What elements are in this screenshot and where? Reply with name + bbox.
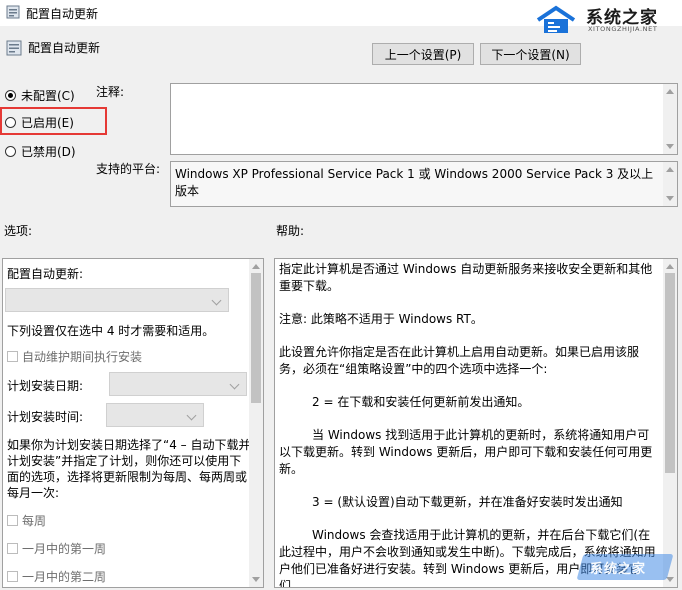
- help-section-label: 帮助:: [276, 224, 305, 238]
- platform-text: Windows XP Professional Service Pack 1 或…: [175, 167, 654, 198]
- options-panel: 配置自动更新: 下列设置仅在选中 4 时才需要和适用。 自动维护期间执行安装 计…: [2, 258, 264, 588]
- radio-not-configured[interactable]: 未配置(C): [5, 86, 75, 104]
- second-week-label: 一月中的第二周: [22, 570, 107, 584]
- radio-unchecked-icon[interactable]: [5, 145, 16, 157]
- configure-update-dropdown[interactable]: [5, 288, 229, 312]
- scroll-up-icon[interactable]: [666, 264, 674, 269]
- comment-textarea[interactable]: [170, 83, 678, 155]
- schedule-time-label: 计划安装时间:: [7, 410, 84, 424]
- policy-title: 配置自动更新: [28, 41, 101, 55]
- next-setting-button[interactable]: 下一个设置(N): [480, 43, 581, 65]
- schedule-day-label: 计划安装日期:: [7, 379, 84, 393]
- scroll-down-icon[interactable]: [252, 577, 260, 582]
- schedule-time-dropdown[interactable]: [106, 403, 204, 427]
- scroll-thumb[interactable]: [251, 273, 261, 403]
- platform-label: 支持的平台:: [96, 162, 161, 176]
- help-scrollbar[interactable]: [663, 259, 677, 587]
- radio-checked-icon[interactable]: [5, 89, 16, 101]
- chevron-down-icon: [211, 295, 222, 306]
- house-logo-icon: [536, 5, 576, 33]
- first-week-checkbox[interactable]: [7, 543, 18, 554]
- red-highlight-box: [0, 107, 107, 135]
- window-title: 配置自动更新: [26, 7, 99, 21]
- help-paragraph: 2 = 在下载和安装任何更新前发出通知。: [312, 395, 530, 409]
- scroll-up-icon[interactable]: [252, 264, 260, 269]
- scroll-up-icon[interactable]: [666, 89, 674, 94]
- watermark-corner-text: 系统之家: [590, 562, 647, 577]
- radio-disabled[interactable]: 已禁用(D): [5, 142, 76, 160]
- watermark-logo-sub: XITONGZHIJIA.NET: [588, 25, 658, 33]
- help-paragraph: 此设置允许你指定是否在此计算机上启用自动更新。如果已启用该服务，必须在“组策略设…: [279, 345, 640, 376]
- schedule-paragraph: 如果你为计划安装日期选择了“4 – 自动下载并计划安装”并指定了计划，则你还可以…: [7, 438, 251, 500]
- scroll-up-icon[interactable]: [666, 167, 674, 172]
- scroll-down-icon[interactable]: [666, 144, 674, 149]
- schedule-day-dropdown[interactable]: [109, 372, 247, 396]
- options-scrollbar[interactable]: [249, 259, 263, 587]
- help-panel: 指定此计算机是否通过 Windows 自动更新服务来接收安全更新和其他重要下载。…: [274, 258, 678, 588]
- help-paragraph: 当 Windows 找到适用于此计算机的更新时，系统将通知用户可以下载更新。转到…: [279, 428, 653, 476]
- scroll-thumb[interactable]: [665, 273, 675, 473]
- policy-icon: [6, 40, 22, 56]
- chevron-down-icon: [186, 410, 197, 421]
- every-week-checkbox[interactable]: [7, 515, 18, 526]
- radio-label: 已禁用(D): [21, 144, 76, 159]
- watermark-corner: 系统之家: [560, 548, 676, 588]
- help-paragraph: 3 = (默认设置)自动下载更新，并在准备好安装时发出通知: [312, 495, 623, 509]
- help-paragraph: 指定此计算机是否通过 Windows 自动更新服务来接收安全更新和其他重要下载。: [279, 262, 653, 293]
- option-note: 下列设置仅在选中 4 时才需要和适用。: [7, 324, 215, 338]
- auto-maintenance-label: 自动维护期间执行安装: [22, 350, 143, 364]
- help-paragraph: 注意: 此策略不适用于 Windows RT。: [279, 312, 483, 326]
- comment-label: 注释:: [96, 85, 125, 99]
- first-week-label: 一月中的第一周: [22, 542, 107, 556]
- options-section-label: 选项:: [4, 224, 33, 238]
- comment-scrollbar[interactable]: [663, 84, 677, 154]
- previous-setting-button[interactable]: 上一个设置(P): [372, 43, 474, 65]
- second-week-checkbox[interactable]: [7, 571, 18, 582]
- platform-scrollbar[interactable]: [663, 162, 677, 206]
- every-week-label: 每周: [22, 514, 47, 528]
- auto-maintenance-checkbox[interactable]: [7, 351, 18, 362]
- help-text: 指定此计算机是否通过 Windows 自动更新服务来接收安全更新和其他重要下载。…: [279, 261, 661, 587]
- platform-box: Windows XP Professional Service Pack 1 或…: [170, 161, 678, 207]
- watermark-logo: 系统之家 XITONGZHIJIA.NET: [514, 0, 682, 40]
- radio-label: 未配置(C): [21, 88, 75, 103]
- chevron-down-icon: [229, 379, 240, 390]
- policy-icon: [6, 5, 20, 19]
- configure-update-label: 配置自动更新:: [7, 267, 84, 281]
- scroll-down-icon[interactable]: [666, 196, 674, 201]
